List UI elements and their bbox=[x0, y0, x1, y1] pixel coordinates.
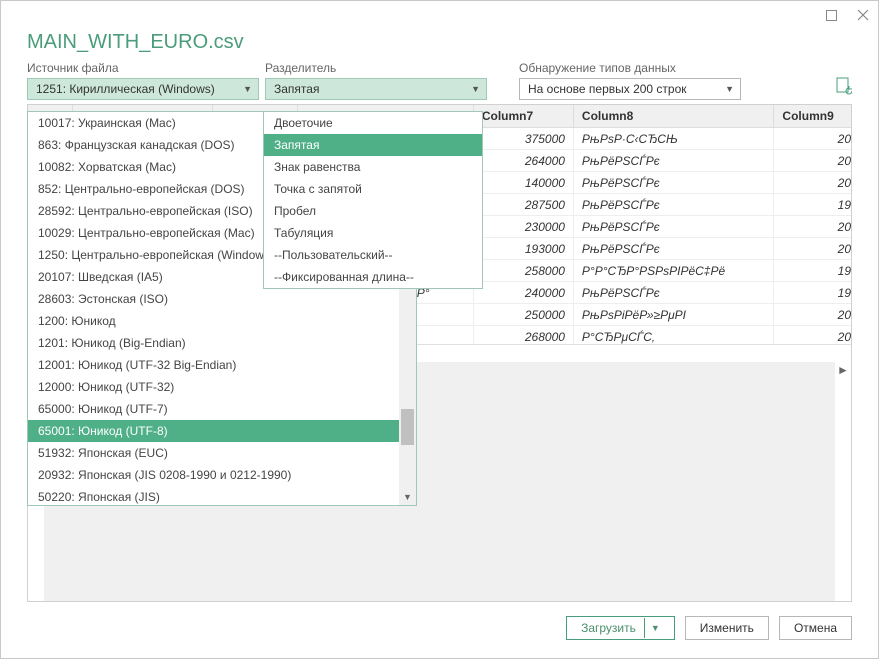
table-cell: 193000 bbox=[473, 238, 573, 260]
source-option[interactable]: 50220: Японская (JIS) bbox=[28, 486, 399, 505]
load-button[interactable]: Загрузить ▼ bbox=[566, 616, 675, 640]
table-cell: Р°Р°СЂР°РЅРѕРІРёС‡Рё bbox=[573, 260, 773, 282]
source-option[interactable]: 51932: Японская (EUC) bbox=[28, 442, 399, 464]
column-header[interactable]: Column7 bbox=[473, 105, 573, 128]
source-option[interactable]: 12000: Юникод (UTF-32) bbox=[28, 376, 399, 398]
delimiter-option[interactable]: Табуляция bbox=[264, 222, 482, 244]
table-cell: 264000 bbox=[473, 150, 573, 172]
delimiter-label: Разделитель bbox=[265, 60, 487, 76]
delimiter-dropdown[interactable]: Запятая ▼ bbox=[265, 78, 487, 100]
dialog-buttons: Загрузить ▼ Изменить Отмена bbox=[1, 602, 878, 658]
source-dropdown[interactable]: 1251: Кириллическая (Windows) ▼ bbox=[27, 78, 259, 100]
table-cell: 20 bbox=[774, 150, 851, 172]
delimiter-option[interactable]: --Фиксированная длина-- bbox=[264, 266, 482, 288]
delimiter-value: Запятая bbox=[274, 82, 319, 96]
chevron-down-icon: ▼ bbox=[471, 84, 480, 94]
detection-value: На основе первых 200 строк bbox=[528, 82, 687, 96]
table-cell: 20 bbox=[774, 326, 851, 345]
source-option[interactable]: 65001: Юникод (UTF-8) bbox=[28, 420, 399, 442]
source-value: 1251: Кириллическая (Windows) bbox=[36, 82, 215, 96]
chevron-down-icon: ▼ bbox=[243, 84, 252, 94]
table-cell: 140000 bbox=[473, 172, 573, 194]
delimiter-option[interactable]: Запятая bbox=[264, 134, 482, 156]
cancel-button[interactable]: Отмена bbox=[779, 616, 852, 640]
delimiter-dropdown-list[interactable]: ДвоеточиеЗапятаяЗнак равенстваТочка с за… bbox=[263, 111, 483, 289]
delimiter-option[interactable]: Знак равенства bbox=[264, 156, 482, 178]
close-button[interactable] bbox=[856, 8, 870, 22]
table-cell: РњРёРЅСЃРє bbox=[573, 172, 773, 194]
table-cell: РњРёРЅСЃРє bbox=[573, 150, 773, 172]
table-cell: 258000 bbox=[473, 260, 573, 282]
table-cell: Р°СЂРμСЃС‚ bbox=[573, 326, 773, 345]
column-header[interactable]: Column8 bbox=[573, 105, 773, 128]
table-cell: 20 bbox=[774, 216, 851, 238]
table-cell: 250000 bbox=[473, 304, 573, 326]
load-label: Загрузить bbox=[581, 621, 636, 635]
delimiter-option[interactable]: Пробел bbox=[264, 200, 482, 222]
scroll-down-icon[interactable]: ▼ bbox=[399, 488, 416, 505]
chevron-down-icon[interactable]: ▼ bbox=[651, 623, 660, 633]
source-label: Источник файла bbox=[27, 60, 259, 76]
table-cell: 375000 bbox=[473, 128, 573, 150]
table-cell: 20 bbox=[774, 128, 851, 150]
maximize-button[interactable] bbox=[824, 8, 838, 22]
table-cell: 268000 bbox=[473, 326, 573, 345]
source-option[interactable]: 65000: Юникод (UTF-7) bbox=[28, 398, 399, 420]
detection-dropdown[interactable]: На основе первых 200 строк ▼ bbox=[519, 78, 741, 100]
source-option[interactable]: 12001: Юникод (UTF-32 Big-Endian) bbox=[28, 354, 399, 376]
table-cell: 230000 bbox=[473, 216, 573, 238]
edit-button[interactable]: Изменить bbox=[685, 616, 769, 640]
delimiter-option[interactable]: Двоеточие bbox=[264, 112, 482, 134]
cancel-label: Отмена bbox=[794, 621, 837, 635]
header: MAIN_WITH_EURO.csv bbox=[1, 29, 878, 60]
column-header[interactable]: Column9 bbox=[774, 105, 851, 128]
source-option[interactable]: 1201: Юникод (Big-Endian) bbox=[28, 332, 399, 354]
table-cell: 19 bbox=[774, 194, 851, 216]
table-cell: 20 bbox=[774, 238, 851, 260]
chevron-down-icon: ▼ bbox=[725, 84, 734, 94]
table-cell: 287500 bbox=[473, 194, 573, 216]
titlebar bbox=[1, 1, 878, 29]
controls-row: Источник файла 1251: Кириллическая (Wind… bbox=[1, 60, 878, 100]
source-option[interactable]: 1200: Юникод bbox=[28, 310, 399, 332]
file-title: MAIN_WITH_EURO.csv bbox=[27, 31, 852, 54]
detection-label: Обнаружение типов данных bbox=[519, 60, 741, 76]
table-cell: РњРёРЅСЃРє bbox=[573, 194, 773, 216]
delimiter-option[interactable]: --Пользовательский-- bbox=[264, 244, 482, 266]
table-cell: 20 bbox=[774, 172, 851, 194]
source-option[interactable]: 20932: Японская (JIS 0208-1990 и 0212-19… bbox=[28, 464, 399, 486]
edit-label: Изменить bbox=[700, 621, 754, 635]
table-cell: 19 bbox=[774, 260, 851, 282]
table-cell: РњРёРЅСЃРє bbox=[573, 282, 773, 304]
table-cell: 20 bbox=[774, 304, 851, 326]
table-cell: РњРѕР·С‹СЂСЊ bbox=[573, 128, 773, 150]
refresh-icon[interactable] bbox=[836, 77, 852, 100]
table-cell: РњРёРЅСЃРє bbox=[573, 216, 773, 238]
delimiter-option[interactable]: Точка с запятой bbox=[264, 178, 482, 200]
table-cell: РњРѕРіРёР»≥РμРІ bbox=[573, 304, 773, 326]
table-cell: 240000 bbox=[473, 282, 573, 304]
scroll-right-icon[interactable]: ► bbox=[835, 362, 851, 378]
table-cell: 19 bbox=[774, 282, 851, 304]
table-cell: РњРёРЅСЃРє bbox=[573, 238, 773, 260]
source-option[interactable]: 28603: Эстонская (ISO) bbox=[28, 288, 399, 310]
